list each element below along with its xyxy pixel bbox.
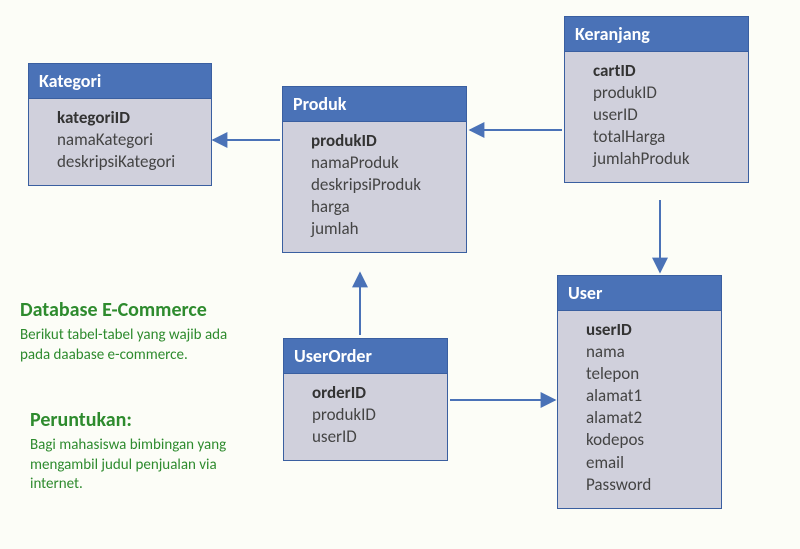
attr: kodepos — [586, 429, 711, 451]
attr-pk: produkID — [311, 130, 456, 152]
attr: produkID — [593, 82, 738, 104]
entity-body: userID nama telepon alamat1 alamat2 kode… — [558, 311, 721, 508]
entity-header: Keranjang — [565, 17, 748, 52]
entity-header: Produk — [283, 87, 466, 122]
attr: email — [586, 452, 711, 474]
attr-pk: userID — [586, 319, 711, 341]
entity-user: User userID nama telepon alamat1 alamat2… — [557, 275, 722, 509]
entity-produk: Produk produkID namaProduk deskripsiProd… — [282, 86, 467, 253]
attr: userID — [593, 104, 738, 126]
attr: Password — [586, 474, 711, 496]
attr: userID — [312, 426, 437, 448]
attr-pk: kategoriID — [57, 107, 201, 129]
desc-database-ecommerce: Berikut tabel-tabel yang wajib ada pada … — [20, 326, 250, 365]
attr: deskripsiProduk — [311, 174, 456, 196]
entity-kategori: Kategori kategoriID namaKategori deskrip… — [28, 63, 212, 186]
entity-body: kategoriID namaKategori deskripsiKategor… — [29, 99, 211, 185]
entity-body: cartID produkID userID totalHarga jumlah… — [565, 52, 748, 182]
side-text-2: Peruntukan: Bagi mahasiswa bimbingan yan… — [30, 408, 260, 495]
attr: namaProduk — [311, 152, 456, 174]
entity-userorder: UserOrder orderID produkID userID — [283, 338, 448, 461]
entity-body: produkID namaProduk deskripsiProduk harg… — [283, 122, 466, 252]
attr: deskripsiKategori — [57, 151, 201, 173]
entity-header: Kategori — [29, 64, 211, 99]
entity-keranjang: Keranjang cartID produkID userID totalHa… — [564, 16, 749, 183]
attr-pk: orderID — [312, 382, 437, 404]
attr: totalHarga — [593, 126, 738, 148]
attr: namaKategori — [57, 129, 201, 151]
attr: jumlah — [311, 218, 456, 240]
heading-peruntukan: Peruntukan: — [30, 408, 260, 432]
attr: telepon — [586, 363, 711, 385]
heading-database-ecommerce: Database E-Commerce — [20, 298, 250, 322]
attr-pk: cartID — [593, 60, 738, 82]
attr: jumlahProduk — [593, 148, 738, 170]
attr: alamat2 — [586, 407, 711, 429]
entity-header: UserOrder — [284, 339, 447, 374]
desc-peruntukan: Bagi mahasiswa bimbingan yang mengambil … — [30, 436, 260, 495]
attr: harga — [311, 196, 456, 218]
attr: alamat1 — [586, 385, 711, 407]
entity-body: orderID produkID userID — [284, 374, 447, 460]
entity-header: User — [558, 276, 721, 311]
attr: produkID — [312, 404, 437, 426]
attr: nama — [586, 341, 711, 363]
side-text-1: Database E-Commerce Berikut tabel-tabel … — [20, 298, 250, 365]
